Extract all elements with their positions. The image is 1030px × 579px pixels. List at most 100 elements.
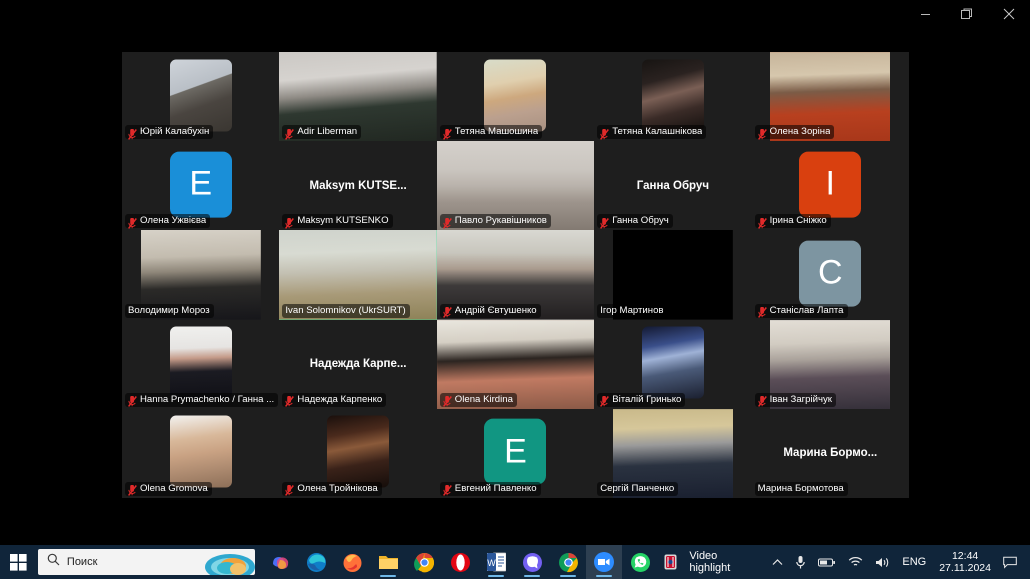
window-titlebar <box>0 0 1030 28</box>
participant-name-plate: Андрій Євтушенко <box>439 303 541 318</box>
participant-tile[interactable]: Олена Зоріна <box>751 52 909 142</box>
tray-volume-button[interactable] <box>869 545 896 579</box>
mic-off-icon <box>442 127 452 140</box>
taskbar-icon-edge[interactable] <box>298 545 334 579</box>
taskbar-icon-word[interactable]: W <box>478 545 514 579</box>
tray-app-icon[interactable] <box>658 545 683 579</box>
notification-center-button[interactable] <box>998 545 1026 579</box>
participant-name-label: Іван Загрійчук <box>769 393 832 405</box>
tray-wifi-button[interactable] <box>842 545 869 579</box>
participant-name-plate: Adir Liberman <box>282 125 362 140</box>
participant-name-label: Hanna Prymachenko / Ганна ... <box>140 393 274 405</box>
tray-language-button[interactable]: ENG <box>896 545 932 579</box>
participant-name-plate: Юрій Калабухін <box>125 125 214 140</box>
close-button[interactable] <box>988 0 1030 28</box>
participant-display-name: Надежда Карпе... <box>309 358 407 371</box>
participant-tile[interactable]: Ivan Solomnikov (UkrSURT) <box>279 230 437 320</box>
clock-date: 27.11.2024 <box>939 562 991 574</box>
participant-tile[interactable]: Марина Бормо... Марина Бормотова <box>751 408 909 498</box>
taskbar-icon-copilot[interactable] <box>262 545 298 579</box>
wifi-icon <box>849 557 863 566</box>
mic-off-icon <box>600 394 610 408</box>
participant-name-plate: Ганна Обруч <box>597 214 673 229</box>
participant-tile[interactable]: Тетяна Машошина <box>436 52 595 142</box>
participant-tile[interactable]: Olena Gromova <box>122 408 280 498</box>
tray-overflow-button[interactable] <box>766 545 789 579</box>
participant-tile[interactable]: Ігор Мартинов <box>594 230 752 320</box>
participant-name-label: Павло Рукавішников <box>454 215 547 227</box>
taskbar-icon-chrome[interactable] <box>406 545 442 579</box>
participant-tile[interactable]: Віталій Гринько <box>594 319 752 409</box>
mic-off-icon <box>128 483 137 497</box>
participant-tile[interactable]: Андрій Євтушенко <box>436 230 595 320</box>
taskbar-icon-firefox[interactable] <box>334 545 370 579</box>
participant-tile[interactable]: Юрій Калабухін <box>122 52 280 142</box>
participant-tile[interactable]: Hanna Prymachenko / Ганна ... <box>122 319 280 409</box>
participant-tile[interactable]: Olena Kirdina <box>436 319 595 409</box>
start-button[interactable] <box>0 545 38 579</box>
participant-name-label: Ivan Solomnikov (UkrSURT) <box>285 304 406 316</box>
taskbar-app-icons: Wzm <box>262 545 658 579</box>
participant-name-label: Тетяна Машошина <box>454 126 539 138</box>
participant-name-plate: Павло Рукавішников <box>439 214 551 229</box>
participant-tile[interactable]: Adir Liberman <box>279 52 437 142</box>
mic-off-icon <box>285 394 295 408</box>
taskbar-icon-zoom[interactable]: zm <box>586 545 623 579</box>
participant-name-plate: Надежда Карпенко <box>282 392 387 408</box>
clock-time: 12:44 <box>951 550 979 562</box>
participant-tile[interactable]: Іван Загрійчук <box>751 319 909 409</box>
participant-tile[interactable]: Ганна Обруч Ганна Обруч <box>594 141 752 231</box>
windows-taskbar: Поиск Wzm <box>0 545 1030 579</box>
participant-name-plate: Ігор Мартинов <box>597 303 668 318</box>
participant-tile[interactable]: Надежда Карпе... Надежда Карпенко <box>279 319 437 409</box>
participant-name-plate: Ivan Solomnikov (UkrSURT) <box>282 303 410 318</box>
participant-tile[interactable]: Тетяна Калашнікова <box>594 52 752 142</box>
minimize-icon <box>920 13 930 15</box>
mic-off-icon <box>285 216 295 229</box>
participant-tile[interactable]: І Ірина Сніжко <box>751 141 909 231</box>
participant-tile[interactable]: С Станіслав Лапта <box>751 230 909 320</box>
taskbar-icon-file-explorer[interactable] <box>370 545 406 579</box>
tray-microphone-button[interactable] <box>789 545 812 579</box>
video-highlight-label: Video highlight <box>689 550 731 574</box>
mic-off-icon <box>285 127 295 140</box>
clock[interactable]: 12:44 27.11.2024 <box>932 545 998 579</box>
taskbar-icon-whatsapp[interactable] <box>622 545 658 579</box>
language-label: ENG <box>902 556 927 568</box>
participant-tile[interactable]: Е Олена Ужвієва <box>122 141 280 231</box>
participant-name-label: Надежда Карпенко <box>297 393 383 405</box>
participant-tile[interactable]: Павло Рукавішников <box>436 141 595 231</box>
participant-display-name: Maksym KUTSE... <box>309 179 407 192</box>
participant-photo-avatar <box>169 415 232 488</box>
chevron-up-icon <box>772 558 783 565</box>
participant-name-label: Olena Gromova <box>140 482 208 494</box>
mic-off-icon <box>442 305 452 318</box>
mic-off-icon <box>757 305 767 318</box>
participant-photo-avatar <box>169 326 232 399</box>
mic-off-icon <box>128 394 137 408</box>
participant-initial-avatar: Е <box>484 419 547 486</box>
running-indicator <box>560 574 577 577</box>
nba-app-icon <box>664 554 677 570</box>
participant-name-label: Олена Зоріна <box>769 126 831 138</box>
minimize-button[interactable] <box>904 0 946 28</box>
participant-initial-avatar: С <box>799 240 862 307</box>
participant-tile[interactable]: Maksym KUTSE... Maksym KUTSENKO <box>279 141 437 231</box>
participant-name-label: Maksym KUTSENKO <box>297 215 389 227</box>
tray-battery-button[interactable] <box>812 545 842 579</box>
participant-tile[interactable]: Е Евгений Павленко <box>436 408 595 498</box>
mic-off-icon <box>600 127 610 140</box>
participant-tile[interactable]: Олена Тройнікова <box>279 408 437 498</box>
participant-name-plate: Станіслав Лапта <box>754 303 848 318</box>
participant-tile[interactable]: Сергій Панченко <box>594 408 752 498</box>
system-tray: Video highlight ENG 12:44 27.11.2024 <box>658 545 1030 579</box>
participant-tile[interactable]: Володимир Мороз <box>122 230 280 320</box>
search-input[interactable]: Поиск <box>37 549 256 575</box>
participant-photo-avatar <box>641 59 704 132</box>
taskbar-icon-viber[interactable] <box>514 545 550 579</box>
participant-name-label: Олена Ужвієва <box>140 215 207 227</box>
restore-button[interactable] <box>946 0 988 28</box>
taskbar-icon-chrome-beta[interactable] <box>550 545 586 579</box>
mic-off-icon <box>600 216 610 229</box>
taskbar-icon-opera[interactable] <box>442 545 478 579</box>
